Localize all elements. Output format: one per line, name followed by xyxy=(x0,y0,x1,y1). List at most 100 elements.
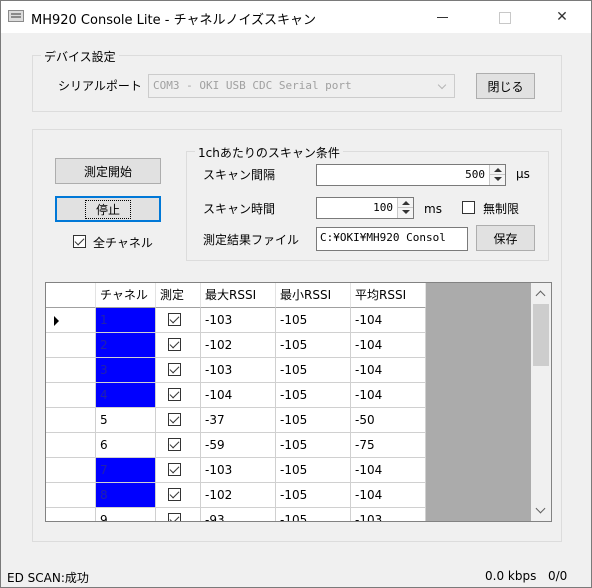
scroll-up-icon[interactable] xyxy=(531,283,551,303)
close-window-button[interactable]: ✕ xyxy=(539,1,585,33)
cell-max-rssi[interactable]: -104 xyxy=(201,383,276,408)
result-file-input[interactable]: C:¥OKI¥MH920 Consol xyxy=(316,227,468,251)
cell-max-rssi[interactable]: -102 xyxy=(201,483,276,508)
table-row[interactable]: 4 -104 -105 -104 xyxy=(46,383,426,408)
cell-avg-rssi[interactable]: -104 xyxy=(351,308,426,333)
cell-max-rssi[interactable]: -103 xyxy=(201,308,276,333)
minimize-button[interactable] xyxy=(419,1,465,33)
cell-min-rssi[interactable]: -105 xyxy=(276,333,351,358)
cell-channel[interactable]: 1 xyxy=(96,308,156,333)
cell-measure[interactable] xyxy=(156,308,201,333)
all-channels-checkbox[interactable] xyxy=(73,235,86,248)
row-header[interactable] xyxy=(46,308,96,333)
table-row[interactable]: 8 -102 -105 -104 xyxy=(46,483,426,508)
cell-measure[interactable] xyxy=(156,358,201,383)
measure-checkbox[interactable] xyxy=(168,413,181,426)
measure-checkbox[interactable] xyxy=(168,488,181,501)
spin-up-icon[interactable] xyxy=(490,165,505,175)
scan-time-spinner[interactable] xyxy=(397,198,413,218)
spin-down-icon[interactable] xyxy=(398,208,413,218)
cell-channel[interactable]: 9 xyxy=(96,508,156,521)
table-row[interactable]: 3 -103 -105 -104 xyxy=(46,358,426,383)
scroll-down-icon[interactable] xyxy=(531,501,551,521)
cell-measure[interactable] xyxy=(156,333,201,358)
channel-results-grid[interactable]: チャネル 測定 最大RSSI 最小RSSI 平均RSSI 1 -103 -105 -1… xyxy=(45,282,552,522)
cell-avg-rssi[interactable]: -104 xyxy=(351,333,426,358)
close-port-button[interactable]: 閉じる xyxy=(476,73,535,99)
row-header[interactable] xyxy=(46,508,96,521)
cell-max-rssi[interactable]: -103 xyxy=(201,358,276,383)
table-row[interactable]: 7 -103 -105 -104 xyxy=(46,458,426,483)
cell-min-rssi[interactable]: -105 xyxy=(276,433,351,458)
cell-channel[interactable]: 5 xyxy=(96,408,156,433)
cell-measure[interactable] xyxy=(156,508,201,521)
col-header-channel[interactable]: チャネル xyxy=(96,283,156,308)
cell-max-rssi[interactable]: -59 xyxy=(201,433,276,458)
cell-min-rssi[interactable]: -105 xyxy=(276,508,351,521)
grid-vertical-scrollbar[interactable] xyxy=(531,283,551,521)
scan-interval-spinner[interactable] xyxy=(489,165,505,185)
cell-max-rssi[interactable]: -102 xyxy=(201,333,276,358)
stop-button[interactable]: 停止 xyxy=(55,196,161,222)
cell-channel[interactable]: 7 xyxy=(96,458,156,483)
spin-down-icon[interactable] xyxy=(490,175,505,185)
row-header[interactable] xyxy=(46,458,96,483)
cell-max-rssi[interactable]: -103 xyxy=(201,458,276,483)
save-button[interactable]: 保存 xyxy=(476,225,535,251)
col-header-max-rssi[interactable]: 最大RSSI xyxy=(201,283,276,308)
table-row[interactable]: 5 -37 -105 -50 xyxy=(46,408,426,433)
col-header-min-rssi[interactable]: 最小RSSI xyxy=(276,283,351,308)
cell-avg-rssi[interactable]: -104 xyxy=(351,458,426,483)
title-bar[interactable]: MH920 Console Lite - チャネルノイズスキャン ✕ xyxy=(1,1,591,33)
cell-channel[interactable]: 8 xyxy=(96,483,156,508)
row-header[interactable] xyxy=(46,408,96,433)
cell-channel[interactable]: 4 xyxy=(96,383,156,408)
measure-checkbox[interactable] xyxy=(168,513,181,521)
cell-avg-rssi[interactable]: -50 xyxy=(351,408,426,433)
cell-min-rssi[interactable]: -105 xyxy=(276,308,351,333)
row-header[interactable] xyxy=(46,333,96,358)
cell-measure[interactable] xyxy=(156,483,201,508)
measure-checkbox[interactable] xyxy=(168,438,181,451)
col-header-measure[interactable]: 測定 xyxy=(156,283,201,308)
table-row[interactable]: 9 -93 -105 -103 xyxy=(46,508,426,521)
cell-min-rssi[interactable]: -105 xyxy=(276,458,351,483)
cell-channel[interactable]: 2 xyxy=(96,333,156,358)
row-header[interactable] xyxy=(46,383,96,408)
cell-max-rssi[interactable]: -37 xyxy=(201,408,276,433)
row-header[interactable] xyxy=(46,483,96,508)
cell-min-rssi[interactable]: -105 xyxy=(276,358,351,383)
measure-checkbox[interactable] xyxy=(168,338,181,351)
cell-min-rssi[interactable]: -105 xyxy=(276,408,351,433)
unlimited-checkbox[interactable] xyxy=(462,201,475,214)
table-row[interactable]: 6 -59 -105 -75 xyxy=(46,433,426,458)
measure-checkbox[interactable] xyxy=(168,313,181,326)
cell-measure[interactable] xyxy=(156,433,201,458)
cell-measure[interactable] xyxy=(156,458,201,483)
measure-checkbox[interactable] xyxy=(168,463,181,476)
row-header[interactable] xyxy=(46,433,96,458)
scroll-thumb[interactable] xyxy=(533,304,549,366)
cell-measure[interactable] xyxy=(156,408,201,433)
col-header-avg-rssi[interactable]: 平均RSSI xyxy=(351,283,426,308)
cell-channel[interactable]: 6 xyxy=(96,433,156,458)
spin-up-icon[interactable] xyxy=(398,198,413,208)
cell-avg-rssi[interactable]: -104 xyxy=(351,383,426,408)
start-measure-button[interactable]: 測定開始 xyxy=(55,158,161,184)
measure-checkbox[interactable] xyxy=(168,388,181,401)
cell-channel[interactable]: 3 xyxy=(96,358,156,383)
cell-avg-rssi[interactable]: -103 xyxy=(351,508,426,521)
table-row[interactable]: 1 -103 -105 -104 xyxy=(46,308,426,333)
cell-measure[interactable] xyxy=(156,383,201,408)
table-row[interactable]: 2 -102 -105 -104 xyxy=(46,333,426,358)
cell-min-rssi[interactable]: -105 xyxy=(276,483,351,508)
scan-time-input[interactable]: 100 xyxy=(316,197,414,219)
cell-min-rssi[interactable]: -105 xyxy=(276,383,351,408)
cell-max-rssi[interactable]: -93 xyxy=(201,508,276,521)
measure-checkbox[interactable] xyxy=(168,363,181,376)
cell-avg-rssi[interactable]: -104 xyxy=(351,483,426,508)
row-header[interactable] xyxy=(46,358,96,383)
scan-interval-input[interactable]: 500 xyxy=(316,164,506,186)
cell-avg-rssi[interactable]: -75 xyxy=(351,433,426,458)
cell-avg-rssi[interactable]: -104 xyxy=(351,358,426,383)
